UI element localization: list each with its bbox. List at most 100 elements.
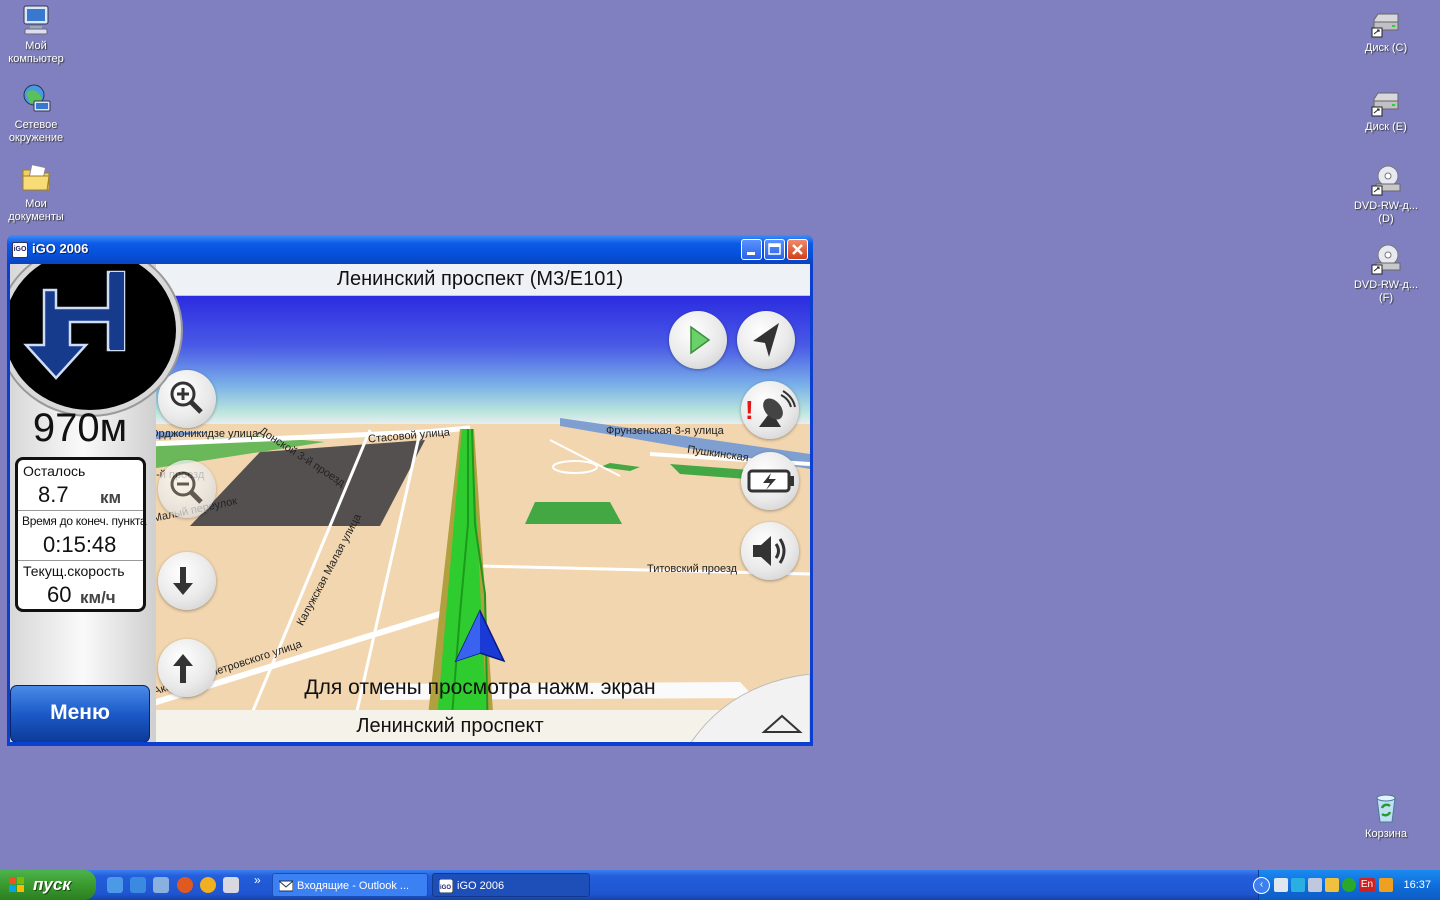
tray-expand-icon[interactable]: ‹ <box>1253 877 1270 894</box>
desktop-icon-recycle-bin[interactable]: Корзина <box>1348 792 1424 841</box>
dvd-icon <box>1370 243 1402 275</box>
network-icon <box>20 83 52 115</box>
desktop-icon-label: Диск (E) <box>1365 121 1407 133</box>
menu-button[interactable]: Меню <box>10 685 150 742</box>
battery-icon <box>747 469 794 493</box>
gps-status-button[interactable]: ! <box>741 381 799 439</box>
taskbar-button-igo[interactable]: iGO iGO 2006 <box>432 873 590 897</box>
tilt-up-button[interactable] <box>158 639 216 697</box>
tray-folder-icon[interactable] <box>1379 878 1393 892</box>
maximize-button[interactable] <box>764 239 785 260</box>
my-documents-icon <box>20 162 52 194</box>
speed-label: Текущ.скорость <box>23 563 125 579</box>
navigation-info-panel: 970м Осталось 8.7 км Время до конеч. пун… <box>10 264 176 742</box>
map-orientation-button[interactable] <box>737 311 795 369</box>
battery-status-button[interactable] <box>741 452 799 510</box>
desktop-icon-label: DVD-RW-д... (F) <box>1353 279 1419 304</box>
remaining-unit: км <box>100 488 122 507</box>
desktop-icon-my-computer[interactable]: Мой компьютер <box>0 4 74 66</box>
quicklaunch-outlook-icon[interactable] <box>153 877 169 893</box>
tray-network-icon[interactable] <box>1291 878 1305 892</box>
quicklaunch-app-icon[interactable] <box>223 877 239 893</box>
speaker-icon <box>753 536 786 566</box>
compass-arrow-icon <box>753 323 779 357</box>
tray-antivirus-icon[interactable] <box>1342 878 1356 892</box>
taskbar-button-label: iGO 2006 <box>457 880 505 892</box>
start-label: пуск <box>33 875 71 894</box>
desktop-icon-label: Мои документы <box>8 198 64 223</box>
desktop-icon-drive-e[interactable]: Диск (E) <box>1348 85 1424 134</box>
close-button[interactable] <box>787 239 808 260</box>
tilt-down-button[interactable] <box>158 552 216 610</box>
gps-warning-icon: ! <box>745 390 796 427</box>
current-street-bar: Ленинский проспект (М3/Е101) <box>150 264 810 296</box>
arrow-up-icon <box>173 654 193 683</box>
desktop-icon-dvd-d[interactable]: DVD-RW-д... (D) <box>1348 164 1424 226</box>
outlook-icon <box>279 880 293 892</box>
map-label: Орджоникидзе улица <box>150 428 259 440</box>
map-label: Титовский проезд <box>647 563 738 575</box>
quicklaunch-media-icon[interactable] <box>200 877 216 893</box>
eta-label: Время до конеч. пункта <box>22 514 147 528</box>
taskbar-button-label: Входящие - Outlook ... <box>297 880 410 892</box>
igo-app-icon: iGO <box>12 242 28 258</box>
desktop-icon-label: Корзина <box>1365 828 1407 840</box>
quicklaunch-more-icon[interactable]: » <box>254 873 261 887</box>
desktop-icon-network[interactable]: Сетевое окружение <box>0 83 74 145</box>
vehicle-position-arrow <box>454 609 506 663</box>
tray-tool-icon[interactable] <box>1325 878 1339 892</box>
quicklaunch-ie-icon[interactable] <box>107 877 123 893</box>
remaining-label: Осталось <box>23 463 86 479</box>
start-button[interactable]: пуск <box>0 870 96 900</box>
info-divider <box>18 510 143 511</box>
tray-display-icon[interactable] <box>1308 878 1322 892</box>
desktop-icon-drive-c[interactable]: Диск (C) <box>1348 6 1424 55</box>
navigation-map[interactable]: Донской 3-й проезд Орджоникидзе улица Ст… <box>150 264 810 742</box>
next-maneuver-display <box>10 264 176 410</box>
close-icon <box>792 244 803 255</box>
clock[interactable]: 16:37 <box>1403 870 1431 900</box>
info-divider <box>18 560 143 561</box>
quicklaunch-firefox-icon[interactable] <box>177 877 193 893</box>
eta-value: 0:15:48 <box>43 532 117 557</box>
taskbar-button-outlook[interactable]: Входящие - Outlook ... <box>272 873 428 897</box>
zoom-out-icon <box>170 471 203 504</box>
quicklaunch-ie-icon[interactable] <box>130 877 146 893</box>
window-titlebar[interactable]: iGO iGO 2006 <box>7 235 813 264</box>
my-computer-icon <box>20 4 52 36</box>
igo-client-area: Донской 3-й проезд Орджоникидзе улица Ст… <box>10 264 810 742</box>
simulate-route-button[interactable] <box>669 311 727 369</box>
svg-text:!: ! <box>745 395 754 425</box>
system-tray: ‹ En 16:37 <box>1253 870 1440 900</box>
next-street-label: Ленинский проспект <box>356 715 544 737</box>
minimize-button[interactable] <box>741 239 762 260</box>
igo-window: iGO iGO 2006 Донской 3-й проезд Орджоник… <box>7 235 813 746</box>
speed-value: 60 <box>47 582 72 607</box>
expand-panel-button[interactable] <box>690 674 810 742</box>
arrow-down-icon <box>173 567 193 595</box>
volume-button[interactable] <box>741 522 799 580</box>
dvd-icon <box>1370 164 1402 196</box>
desktop-icon-label: Диск (C) <box>1364 42 1408 54</box>
drive-icon <box>1370 6 1402 38</box>
desktop-icon-dvd-f[interactable]: DVD-RW-д... (F) <box>1348 243 1424 305</box>
window-title: iGO 2006 <box>32 241 89 256</box>
zoom-out-button[interactable] <box>158 460 216 518</box>
drive-icon <box>1370 85 1402 117</box>
minimize-icon <box>747 252 755 255</box>
taskbar: пуск » Входящие - Outlook ... iGO iGO 20… <box>0 870 1440 900</box>
windows-logo-icon <box>9 877 24 892</box>
desktop-icon-label: Мой компьютер <box>8 40 64 65</box>
remaining-value: 8.7 <box>38 482 69 507</box>
trip-info-box[interactable]: Осталось 8.7 км Время до конеч. пункта 0… <box>15 457 147 612</box>
play-icon <box>690 325 711 355</box>
speed-unit: км/ч <box>80 588 116 607</box>
language-indicator[interactable]: En <box>1359 878 1375 892</box>
desktop-icon-label: Сетевое окружение <box>8 119 64 144</box>
desktop-icon-my-documents[interactable]: Мои документы <box>0 162 74 224</box>
svg-text:iGO: iGO <box>440 885 451 891</box>
maximize-icon <box>768 243 781 255</box>
tray-app-icon[interactable] <box>1274 878 1288 892</box>
turn-around-icon <box>23 270 126 380</box>
map-label: Фрунзенская 3-я улица <box>606 425 724 437</box>
